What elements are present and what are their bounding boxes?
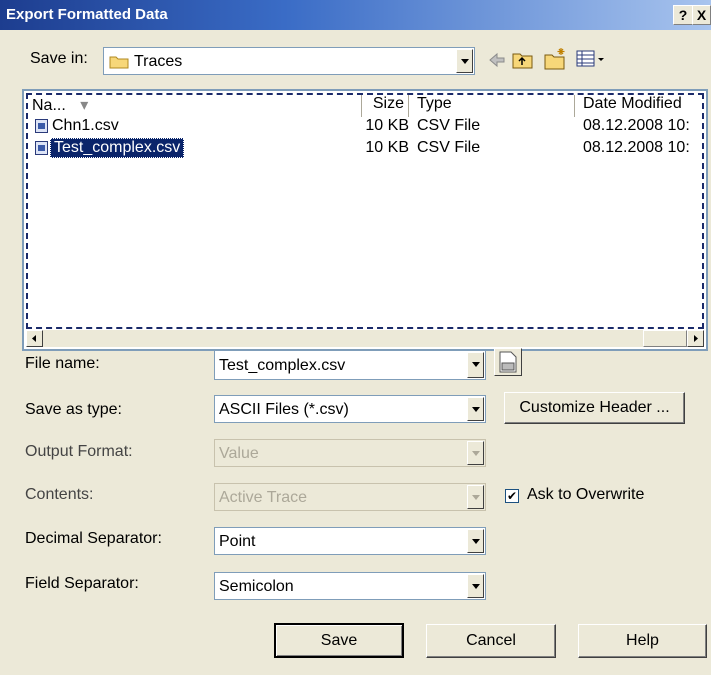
output-format-combo: Value: [214, 439, 486, 467]
output-format-label: Output Format:: [25, 443, 133, 460]
save-in-label: Save in:: [30, 50, 88, 67]
horizontal-scrollbar[interactable]: [26, 330, 704, 347]
scroll-right-button[interactable]: [687, 330, 704, 347]
file-size: 10 KB: [365, 117, 409, 134]
file-row-selected[interactable]: Test_complex.csv 10 KB CSV File 08.12.20…: [32, 138, 708, 158]
contents-value: Active Trace: [219, 489, 308, 506]
field-separator-value: Semicolon: [219, 578, 294, 595]
decimal-separator-value: Point: [219, 533, 256, 550]
output-format-dropdown-icon: [467, 441, 484, 465]
contents-label: Contents:: [25, 486, 94, 503]
contents-dropdown-icon: [467, 485, 484, 509]
file-name-dropdown-icon[interactable]: [467, 352, 484, 378]
csv-file-icon: [35, 141, 48, 155]
new-folder-icon[interactable]: [544, 47, 568, 76]
save-in-value: Traces: [134, 53, 183, 70]
browse-file-icon[interactable]: [494, 348, 522, 376]
save-as-type-combo[interactable]: ASCII Files (*.csv): [214, 395, 486, 423]
field-separator-combo[interactable]: Semicolon: [214, 572, 486, 600]
dialog-body: Save in: Traces Na... ▾ Size Type Date M…: [0, 30, 711, 675]
decimal-separator-label: Decimal Separator:: [25, 530, 162, 547]
file-type: CSV File: [417, 117, 481, 134]
scroll-left-button[interactable]: [26, 330, 43, 347]
save-as-type-value: ASCII Files (*.csv): [219, 401, 349, 418]
ask-overwrite-checkbox[interactable]: ✔: [505, 489, 519, 503]
column-header-size[interactable]: Size: [362, 95, 409, 117]
title-bar: Export Formatted Data ? X: [0, 0, 711, 30]
sort-arrow-icon: ▾: [80, 97, 89, 114]
save-as-type-dropdown-icon[interactable]: [467, 397, 484, 421]
column-header-date[interactable]: Date Modified: [579, 95, 708, 117]
save-button[interactable]: Save: [274, 623, 404, 658]
file-name-label: File name:: [25, 355, 100, 372]
file-name: Test_complex.csv: [50, 138, 185, 158]
folder-icon: [109, 54, 129, 74]
help-dialog-button[interactable]: Help: [578, 624, 707, 658]
file-size: 10 KB: [365, 139, 409, 156]
file-row[interactable]: Chn1.csv 10 KB CSV File 08.12.2008 10:: [32, 116, 708, 136]
close-button[interactable]: X: [692, 5, 711, 25]
file-name-combo[interactable]: Test_complex.csv: [214, 350, 486, 380]
decimal-separator-combo[interactable]: Point: [214, 527, 486, 555]
save-in-dropdown-icon[interactable]: [456, 49, 473, 73]
up-folder-icon[interactable]: [512, 49, 534, 76]
field-separator-label: Field Separator:: [25, 575, 139, 592]
back-icon[interactable]: [486, 50, 506, 75]
file-name-value: Test_complex.csv: [219, 357, 346, 374]
file-name: Chn1.csv: [52, 117, 119, 134]
file-date: 08.12.2008 10:: [583, 117, 690, 134]
csv-file-icon: [35, 119, 48, 133]
column-header-type[interactable]: Type: [413, 95, 575, 117]
column-header-name-label: Na...: [32, 97, 66, 114]
window-title: Export Formatted Data: [6, 6, 168, 23]
ask-overwrite-label[interactable]: Ask to Overwrite: [527, 486, 644, 504]
file-list[interactable]: Na... ▾ Size Type Date Modified Chn1.csv…: [22, 89, 708, 351]
save-as-type-label: Save as type:: [25, 401, 122, 418]
customize-header-button[interactable]: Customize Header ...: [504, 392, 685, 424]
decimal-separator-dropdown-icon[interactable]: [467, 529, 484, 553]
field-separator-dropdown-icon[interactable]: [467, 574, 484, 598]
contents-combo: Active Trace: [214, 483, 486, 511]
output-format-value: Value: [219, 445, 259, 462]
help-button[interactable]: ?: [673, 5, 693, 25]
cancel-button[interactable]: Cancel: [426, 624, 556, 658]
file-type: CSV File: [417, 139, 481, 156]
file-date: 08.12.2008 10:: [583, 139, 690, 156]
scroll-thumb[interactable]: [643, 330, 687, 347]
column-header-name[interactable]: Na... ▾: [32, 95, 362, 117]
view-menu-icon[interactable]: [576, 50, 606, 73]
save-in-combo[interactable]: Traces: [103, 47, 475, 75]
